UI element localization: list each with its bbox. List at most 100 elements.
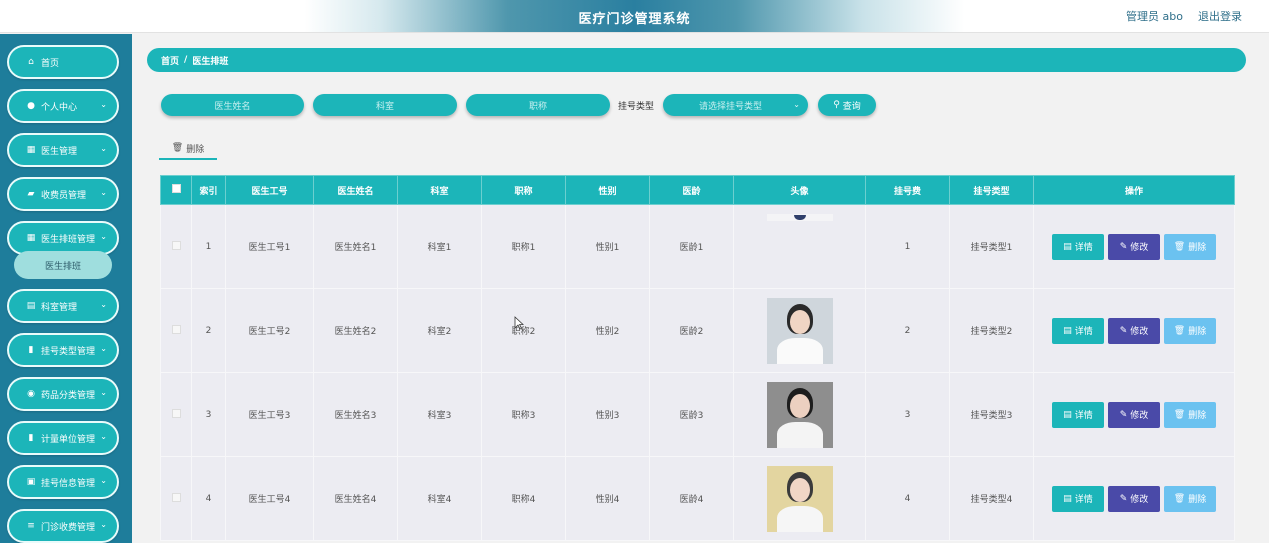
edit-button[interactable]: ✎ 修改 [1108,317,1160,344]
reg-type-select[interactable]: 请选择挂号类型 ⌄ [663,94,808,116]
top-header: 医疗门诊管理系统 管理员 abo 退出登录 [0,0,1269,33]
batch-delete-button[interactable]: 🗑 删除 [159,138,217,160]
edit-button[interactable]: ✎ 修改 [1108,401,1160,428]
app-title: 医疗门诊管理系统 [578,12,691,27]
row-checkbox[interactable] [171,492,181,502]
clipboard-icon: ▮ [28,345,34,355]
sidebar-item-label: 首页 [41,58,60,69]
cell-name: 医生姓名1 [313,204,398,289]
reg-type-select-value: 请选择挂号类型 [699,101,763,112]
sidebar-item-label: 计量单位管理 [41,434,96,445]
delete-button[interactable]: 🗑 删除 [1164,485,1216,512]
row-select-cell [160,288,192,373]
column-header: 索引 [191,175,226,205]
reg-type-label: 挂号类型 [618,102,655,112]
sidebar-item-8[interactable]: ▮ 计量单位管理 ⌄ [7,421,119,455]
cell-id: 医生工号2 [225,288,314,373]
chevron-down-icon: ⌄ [100,100,107,109]
edit-button[interactable]: ✎ 修改 [1108,233,1160,260]
column-header: 头像 [733,175,866,205]
doctor-schedule-table: 索引 医生工号 医生姓名 科室 职称 性别 医龄 头像 挂号费 挂号类型 操作 1 医生工号1 医生姓名… [160,175,1235,541]
table-row: 1 医生工号1 医生姓名1 科室1 职称1 性别1 医龄1 1 挂号类型1 ▤ 详情 ✎ 修改 🗑 删除 [160,204,1235,289]
sidebar-item-label: 挂号类型管理 [41,346,96,357]
column-header: 医龄 [649,175,734,205]
edit-button-label: 修改 [1130,327,1149,337]
page-scrollbar[interactable] [1261,34,1269,543]
query-button[interactable]: ⚲ 查询 [818,94,876,116]
delete-button-label: 删除 [1188,495,1207,505]
detail-button-label: 详情 [1074,243,1093,253]
delete-button[interactable]: 🗑 删除 [1164,317,1216,344]
row-select-cell [160,456,192,541]
document-icon: ▤ [1063,493,1072,504]
cell-avatar [733,288,866,373]
detail-button[interactable]: ▤ 详情 [1052,233,1104,260]
breadcrumb-home[interactable]: 首页 [161,54,179,67]
sidebar-item-label: 挂号信息管理 [41,478,96,489]
cell-years: 医龄1 [649,204,734,289]
row-checkbox[interactable] [171,324,181,334]
sidebar-item-9[interactable]: ▣ 挂号信息管理 ⌄ [7,465,119,499]
cell-name: 医生姓名3 [313,372,398,457]
cell-dept: 科室2 [397,288,482,373]
sidebar-item-10[interactable]: ≡ 门诊收费管理 ⌄ [7,509,119,543]
delete-button[interactable]: 🗑 删除 [1164,401,1216,428]
sidebar-item-7[interactable]: ◉ 药品分类管理 ⌄ [7,377,119,411]
sidebar-item-0[interactable]: ⌂ 首页 [7,45,119,79]
document-icon: ▤ [1063,325,1072,336]
table-header-row: 索引 医生工号 医生姓名 科室 职称 性别 医龄 头像 挂号费 挂号类型 操作 [160,175,1235,205]
sidebar-item-3[interactable]: ▰ 收费员管理 ⌄ [7,177,119,211]
cell-id: 医生工号1 [225,204,314,289]
doctor-name-input[interactable]: 医生姓名 [161,94,304,116]
doctor-avatar [766,465,833,532]
chevron-down-icon: ⌄ [100,188,107,197]
trash-icon: 🗑 [1173,493,1186,504]
pill-icon: ◉ [27,389,35,399]
sidebar-subitem-doctor-schedule[interactable]: 医生排班 [14,251,112,279]
detail-button[interactable]: ▤ 详情 [1052,317,1104,344]
doctor-avatar [766,297,833,364]
title-input[interactable]: 职称 [466,94,610,116]
cell-gender: 性别4 [565,456,650,541]
sidebar-item-label: 门诊收费管理 [41,522,96,533]
cell-index: 3 [191,372,226,457]
cell-actions: ▤ 详情 ✎ 修改 🗑 删除 [1033,372,1235,457]
cell-avatar [733,372,866,457]
chevron-down-icon: ⌄ [100,344,107,353]
cell-id: 医生工号3 [225,372,314,457]
sidebar-item-5[interactable]: ▤ 科室管理 ⌄ [7,289,119,323]
chevron-down-icon: ⌄ [100,476,107,485]
sidebar-item-6[interactable]: ▮ 挂号类型管理 ⌄ [7,333,119,367]
cell-fee: 2 [865,288,950,373]
sidebar-item-4[interactable]: ▦ 医生排班管理 ⌄ [7,221,119,255]
column-header: 科室 [397,175,482,205]
calendar-icon: ▤ [26,301,36,311]
edit-button[interactable]: ✎ 修改 [1108,485,1160,512]
user-icon: ● [27,101,35,111]
cell-fee: 1 [865,204,950,289]
logout-link[interactable]: 退出登录 [1198,8,1242,24]
cell-actions: ▤ 详情 ✎ 修改 🗑 删除 [1033,456,1235,541]
row-checkbox[interactable] [171,408,181,418]
current-user: 管理员 abo [1126,10,1183,23]
department-input[interactable]: 科室 [313,94,457,116]
cell-name: 医生姓名4 [313,456,398,541]
chevron-down-icon: ⌄ [100,300,107,309]
detail-button[interactable]: ▤ 详情 [1052,401,1104,428]
select-all-header [160,175,192,205]
cell-gender: 性别1 [565,204,650,289]
cell-dept: 科室1 [397,204,482,289]
delete-button[interactable]: 🗑 删除 [1164,233,1216,260]
sidebar-item-1[interactable]: ● 个人中心 ⌄ [7,89,119,123]
row-checkbox[interactable] [171,240,181,250]
cell-actions: ▤ 详情 ✎ 修改 🗑 删除 [1033,288,1235,373]
cell-type: 挂号类型4 [949,456,1034,541]
cell-actions: ▤ 详情 ✎ 修改 🗑 删除 [1033,204,1235,289]
chevron-down-icon: ⌄ [100,388,107,397]
sidebar-item-2[interactable]: ▦ 医生管理 ⌄ [7,133,119,167]
cell-avatar [733,456,866,541]
select-all-checkbox[interactable] [171,184,181,193]
detail-button-label: 详情 [1074,327,1093,337]
cell-index: 2 [191,288,226,373]
detail-button[interactable]: ▤ 详情 [1052,485,1104,512]
